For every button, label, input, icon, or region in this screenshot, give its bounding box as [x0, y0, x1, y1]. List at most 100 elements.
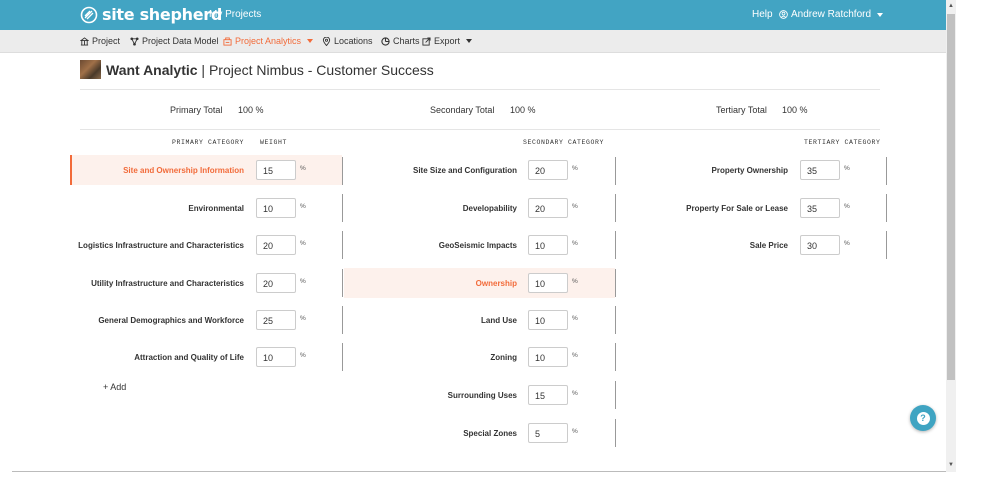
- secondary-weight-input[interactable]: 10: [528, 310, 568, 330]
- sub-nav: Project Project Data Model Project Analy…: [0, 30, 946, 53]
- percent-sign: %: [844, 165, 850, 172]
- secondary-label-land-use[interactable]: Land Use: [481, 316, 517, 325]
- nav-charts-label: Charts: [393, 36, 420, 46]
- percent-sign: %: [572, 278, 578, 285]
- my-projects-link[interactable]: My Projects: [209, 9, 261, 20]
- tertiary-label-sale-price[interactable]: Sale Price: [750, 241, 788, 250]
- nav-locations[interactable]: Locations: [322, 36, 373, 46]
- primary-weight-input[interactable]: 10: [256, 347, 296, 367]
- primary-label-logistics[interactable]: Logistics Infrastructure and Characteris…: [78, 241, 244, 250]
- secondary-label-site-size[interactable]: Site Size and Configuration: [413, 166, 517, 175]
- percent-sign: %: [300, 278, 306, 285]
- brand-name: site shepherd: [102, 5, 222, 24]
- project-icon: [80, 36, 89, 46]
- percent-sign: %: [300, 240, 306, 247]
- primary-weight-input[interactable]: 10: [256, 198, 296, 218]
- percent-sign: %: [572, 352, 578, 359]
- primary-label-demographics[interactable]: General Demographics and Workforce: [98, 316, 244, 325]
- help-link[interactable]: Help: [752, 9, 773, 20]
- secondary-total-label: Secondary Total: [430, 105, 495, 115]
- user-circle-icon: [779, 10, 788, 19]
- nav-export[interactable]: Export: [422, 36, 473, 46]
- secondary-weight-input[interactable]: 20: [528, 160, 568, 180]
- page-title-bold: Want Analytic: [106, 61, 198, 78]
- secondary-label-surrounding-uses[interactable]: Surrounding Uses: [448, 391, 517, 400]
- primary-category-header: PRIMARY CATEGORY: [172, 139, 245, 146]
- tertiary-weight-input[interactable]: 35: [800, 198, 840, 218]
- nav-export-label: Export: [434, 36, 461, 46]
- secondary-label-special-zones[interactable]: Special Zones: [463, 429, 517, 438]
- secondary-label-developability[interactable]: Developability: [463, 204, 517, 213]
- scroll-down-icon[interactable]: ▼: [948, 462, 954, 468]
- page-title-rest: | Project Nimbus - Customer Success: [197, 61, 434, 78]
- nav-charts[interactable]: Charts: [381, 36, 420, 46]
- tertiary-weight-input[interactable]: 35: [800, 160, 840, 180]
- secondary-weight-input[interactable]: 10: [528, 347, 568, 367]
- data-model-icon: [130, 36, 139, 46]
- primary-label-attraction[interactable]: Attraction and Quality of Life: [134, 353, 244, 362]
- nav-project-data-model[interactable]: Project Data Model: [130, 36, 219, 46]
- nav-locations-label: Locations: [334, 36, 373, 46]
- tertiary-label-property-for-sale[interactable]: Property For Sale or Lease: [686, 204, 788, 213]
- secondary-weight-input[interactable]: 20: [528, 198, 568, 218]
- separator: [615, 194, 616, 222]
- add-button[interactable]: + Add: [103, 382, 126, 392]
- chevron-down-icon: [877, 12, 884, 17]
- tertiary-total-value: 100 %: [782, 105, 808, 115]
- primary-weight-input[interactable]: 20: [256, 273, 296, 293]
- user-menu[interactable]: Andrew Ratchford: [779, 9, 884, 20]
- nav-project-data-model-label: Project Data Model: [142, 36, 219, 46]
- separator: [886, 157, 887, 185]
- percent-sign: %: [572, 165, 578, 172]
- separator: [615, 269, 616, 297]
- secondary-label-geoseismic[interactable]: GeoSeismic Impacts: [439, 241, 517, 250]
- brand-logo[interactable]: site shepherd: [80, 5, 222, 24]
- separator: [342, 269, 343, 297]
- percent-sign: %: [572, 315, 578, 322]
- secondary-weight-input[interactable]: 15: [528, 385, 568, 405]
- percent-sign: %: [572, 240, 578, 247]
- user-name: Andrew Ratchford: [791, 9, 872, 20]
- nav-project[interactable]: Project: [80, 36, 120, 46]
- percent-sign: %: [300, 315, 306, 322]
- separator: [886, 194, 887, 222]
- charts-icon: [381, 36, 390, 46]
- tertiary-total-label: Tertiary Total: [716, 105, 767, 115]
- divider: [80, 129, 880, 130]
- nav-project-analytics-label: Project Analytics: [235, 36, 302, 46]
- percent-sign: %: [572, 390, 578, 397]
- primary-weight-input[interactable]: 25: [256, 310, 296, 330]
- nav-project-analytics[interactable]: Project Analytics: [223, 36, 314, 46]
- percent-sign: %: [300, 165, 306, 172]
- page-title-bar: Want Analytic | Project Nimbus - Custome…: [80, 60, 434, 79]
- secondary-label-zoning[interactable]: Zoning: [490, 353, 517, 362]
- separator: [342, 343, 343, 371]
- separator: [615, 343, 616, 371]
- percent-sign: %: [572, 203, 578, 210]
- secondary-weight-input[interactable]: 10: [528, 273, 568, 293]
- help-fab-button[interactable]: ?: [910, 405, 936, 431]
- primary-label-utility[interactable]: Utility Infrastructure and Characteristi…: [91, 279, 244, 288]
- primary-label-environmental[interactable]: Environmental: [188, 204, 244, 213]
- separator: [886, 231, 887, 259]
- tertiary-category-header: TERTIARY CATEGORY: [804, 139, 881, 146]
- primary-weight-input[interactable]: 20: [256, 235, 296, 255]
- primary-weight-input[interactable]: 15: [256, 160, 296, 180]
- site-shepherd-logo-icon: [80, 6, 98, 23]
- divider: [80, 89, 880, 90]
- bottom-divider: [12, 471, 946, 472]
- help-icon: ?: [916, 412, 930, 425]
- secondary-label-ownership[interactable]: Ownership: [476, 279, 517, 288]
- percent-sign: %: [844, 240, 850, 247]
- secondary-weight-input[interactable]: 10: [528, 235, 568, 255]
- primary-label-site-ownership[interactable]: Site and Ownership Information: [123, 166, 244, 175]
- nav-project-label: Project: [92, 36, 121, 46]
- separator: [342, 194, 343, 222]
- secondary-weight-input[interactable]: 5: [528, 423, 568, 443]
- scrollbar-thumb[interactable]: [947, 14, 955, 380]
- tertiary-label-property-ownership[interactable]: Property Ownership: [712, 166, 788, 175]
- scroll-up-icon[interactable]: ▲: [948, 3, 954, 9]
- tertiary-weight-input[interactable]: 30: [800, 235, 840, 255]
- analytics-icon: [223, 36, 232, 46]
- separator: [342, 157, 343, 185]
